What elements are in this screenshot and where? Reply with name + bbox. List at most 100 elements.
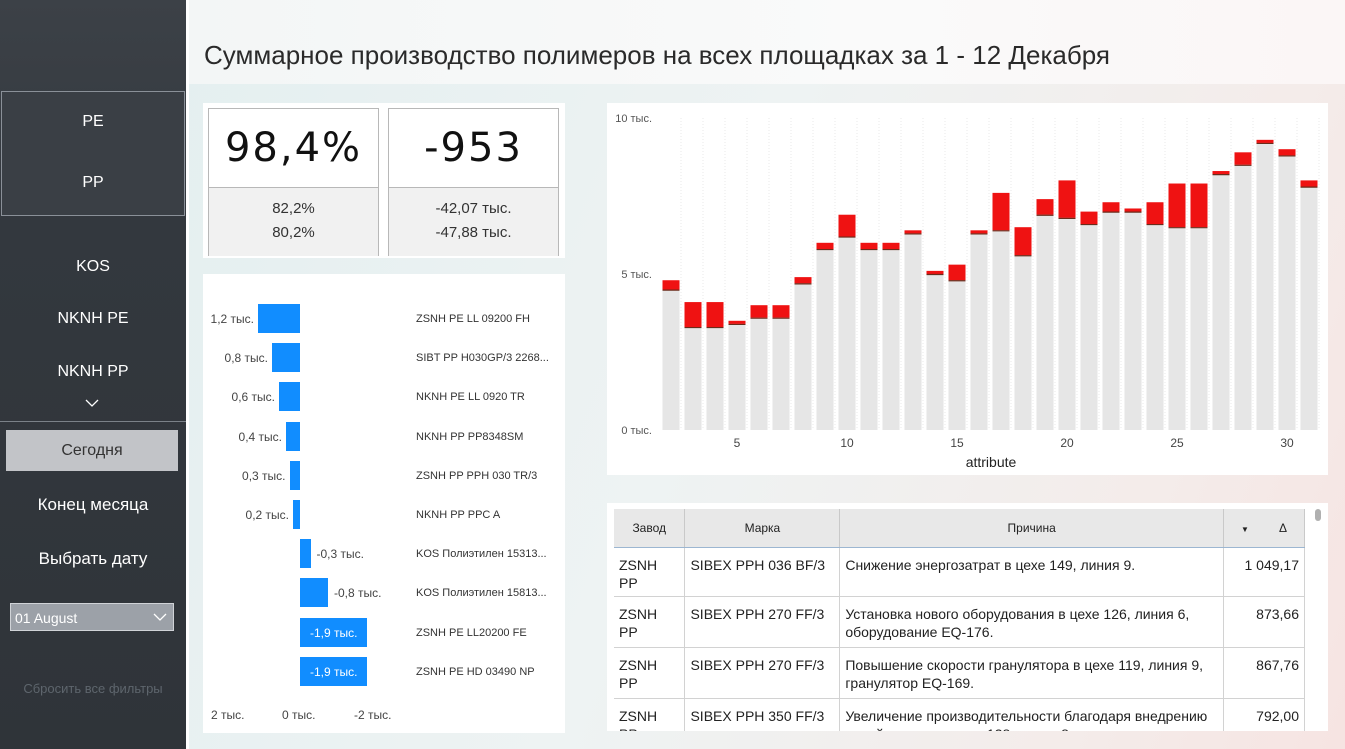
- table-scrollbar[interactable]: [1315, 509, 1321, 521]
- delta-bar: [1058, 180, 1076, 218]
- delta-bar: [1234, 152, 1252, 165]
- hbar-category-label: KOS Полиэтилен 15813...: [416, 587, 547, 600]
- chevron-down-icon: [153, 613, 167, 621]
- delta-bar: [1080, 211, 1098, 225]
- hbar-category-label: ZSNH PP PPH 030 TR/3: [416, 469, 538, 482]
- base-bar: [860, 249, 878, 430]
- delta-bar: [772, 305, 790, 318]
- base-bar: [1256, 142, 1274, 430]
- delta-bar: [1102, 202, 1120, 212]
- report-canvas: Суммарное производство полимеров на всех…: [189, 0, 1345, 749]
- cell-grade: SIBEX PPH 350 FF/3: [684, 698, 841, 731]
- delta-bar: [882, 242, 900, 250]
- chevron-down-icon[interactable]: [85, 396, 99, 410]
- date-dropdown[interactable]: 01 August: [10, 603, 174, 631]
- page-title: Суммарное производство полимеров на всех…: [204, 40, 1111, 70]
- table-row[interactable]: ZSNH PP SIBEX PPH 270 FF/3 Установка новог…: [614, 596, 1305, 648]
- base-bar: [1146, 224, 1164, 430]
- table-row[interactable]: ZSNH PPSIBEX PPH 350 FF/3Увеличение прои…: [614, 698, 1305, 731]
- plant-item-nknh-pp[interactable]: NKNH PP: [0, 363, 186, 381]
- delta-bar: [728, 320, 746, 324]
- table-header-row: Завод Марка Причина ▼ Δ: [614, 509, 1305, 548]
- base-bar: [992, 230, 1010, 430]
- base-bar: [838, 236, 856, 430]
- delta-bar: [706, 302, 724, 328]
- plant-item-kos[interactable]: KOS: [0, 258, 186, 276]
- hbar-data-label: -0,8 тыс.: [334, 586, 382, 601]
- kpi-sub: 82,2% 80,2%: [209, 187, 378, 256]
- base-bar: [662, 289, 680, 430]
- choose-date-button[interactable]: Выбрать дату: [0, 549, 186, 569]
- hbar[interactable]: [286, 421, 300, 451]
- cell-delta: 1 049,17: [1223, 547, 1305, 597]
- delta-bar: [926, 270, 944, 274]
- x-axis-tick: 30: [1280, 436, 1294, 450]
- kpi-sub: -42,07 тыс. -47,88 тыс.: [389, 187, 558, 256]
- month-end-button[interactable]: Конец месяца: [0, 495, 186, 515]
- hbar[interactable]: [258, 304, 300, 333]
- cell-reason: Повышение скорости гранулятора в цехе 11…: [839, 647, 1225, 699]
- base-bar: [1234, 164, 1252, 431]
- cell-plant: ZSNH PP: [614, 596, 686, 648]
- cell-delta: 792,00: [1223, 698, 1305, 731]
- hbar[interactable]: [293, 500, 300, 529]
- grade-deviation-chart[interactable]: 1,2 тыс. ZSNH PE LL 09200 FH 0,8 тыс. SIBT …: [203, 274, 565, 733]
- cell-plant: ZSNH PP: [614, 647, 686, 699]
- hbar[interactable]: [300, 578, 328, 608]
- column-header-grade[interactable]: Марка: [684, 509, 841, 548]
- column-header-delta[interactable]: ▼ Δ: [1223, 509, 1305, 548]
- delta-bar: [860, 242, 878, 250]
- base-bar: [948, 280, 966, 430]
- base-bar: [728, 323, 746, 430]
- cell-reason: Увеличение производительности благодаря …: [839, 698, 1225, 731]
- y-axis-tick: 0 тыс.: [621, 425, 652, 437]
- hbar[interactable]: [300, 539, 311, 569]
- hbar-data-label: 0,8 тыс.: [224, 351, 268, 366]
- base-bar: [1168, 227, 1186, 430]
- plant-item-nknh-pe[interactable]: NKNH PE: [0, 310, 186, 328]
- hbar[interactable]: [272, 343, 300, 373]
- kpi-card-delta[interactable]: -953 -42,07 тыс. -47,88 тыс.: [388, 108, 559, 256]
- column-header-plant[interactable]: Завод: [614, 509, 686, 548]
- title-bar: Суммарное производство полимеров на всех…: [189, 0, 1345, 84]
- base-bar: [684, 327, 702, 430]
- slicer-item-pe[interactable]: PE: [2, 113, 184, 131]
- hbar-data-label: -1,9 тыс.: [310, 625, 358, 640]
- x-axis-tick: 5: [734, 436, 741, 450]
- column-header-reason[interactable]: Причина: [839, 509, 1225, 548]
- delta-bar: [1190, 183, 1208, 228]
- delta-bar: [794, 277, 812, 284]
- cell-delta: 873,66: [1223, 596, 1305, 648]
- daily-production-svg: 0 тыс. 5 тыс. 10 тыс. 5 10 15 20 25 30 attribute: [615, 113, 1320, 470]
- hbar[interactable]: [289, 460, 300, 490]
- table-row[interactable]: ZSNH PP SIBEX PPH 036 BF/3 Снижение энерго…: [614, 547, 1305, 597]
- sidebar: PE PP KOS NKNH PE NKNH PP Сегодня Конец …: [0, 0, 186, 749]
- table-row[interactable]: ZSNH PP SIBEX PPH 270 FF/3 Повышение скоро…: [614, 647, 1305, 699]
- delta-bar: [1036, 199, 1054, 215]
- reset-filters-button[interactable]: Сбросить все фильтры: [0, 681, 186, 696]
- hbar-axis-tick: -2 тыс.: [354, 708, 392, 722]
- hbar-category-label: NKNH PP PPC A: [416, 509, 501, 521]
- hbar[interactable]: [279, 382, 300, 412]
- x-axis-tick: 15: [950, 436, 964, 450]
- slicer-item-pp[interactable]: PP: [2, 174, 184, 192]
- kpi-card-plan-percent[interactable]: 98,4% 82,2% 80,2%: [208, 108, 379, 256]
- base-bar: [772, 317, 790, 430]
- hbar-category-label: SIBT PP H030GP/3 2268...: [416, 352, 549, 365]
- hbar-data-label: -0,3 тыс.: [316, 547, 364, 562]
- column-header-delta-label: Δ: [1278, 520, 1287, 535]
- delta-bar: [662, 280, 680, 290]
- base-bar: [882, 249, 900, 430]
- daily-production-chart[interactable]: 0 тыс. 5 тыс. 10 тыс. 5 10 15 20 25 30 attribute: [607, 103, 1328, 475]
- delta-bar: [1300, 180, 1318, 187]
- base-bar: [1212, 174, 1230, 430]
- hbar-axis-tick: 0 тыс.: [282, 708, 316, 722]
- kpi-panel: 98,4% 82,2% 80,2% -953 -42,07 тыс. -47,8…: [203, 103, 565, 258]
- x-axis-tick: 10: [840, 436, 854, 450]
- kpi-sub-value-2: 80,2%: [272, 224, 315, 241]
- base-bar: [706, 327, 724, 430]
- delta-bar: [1278, 149, 1296, 156]
- today-button[interactable]: Сегодня: [6, 430, 178, 471]
- x-axis-tick: 25: [1170, 436, 1184, 450]
- delta-bar: [948, 264, 966, 281]
